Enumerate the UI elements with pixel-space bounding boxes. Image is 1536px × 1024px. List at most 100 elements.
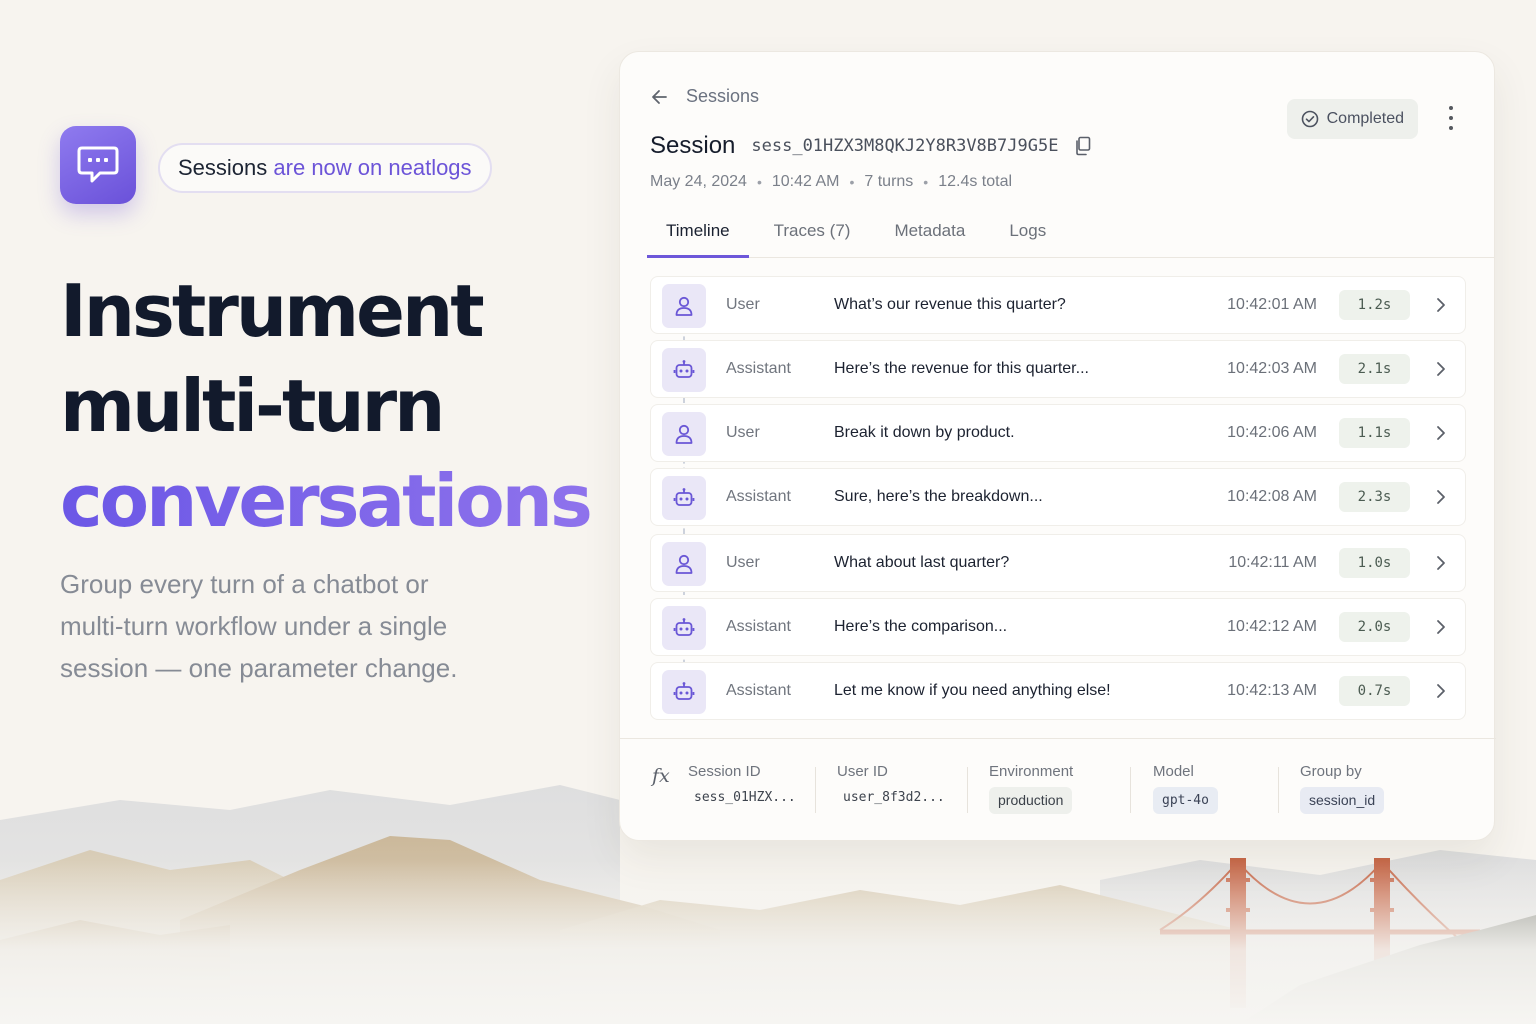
- user-icon: [662, 284, 706, 328]
- function-icon: fx: [652, 765, 670, 787]
- turn-message: Break it down by product.: [834, 424, 1015, 441]
- turn-role: User: [726, 554, 760, 571]
- divider: [967, 767, 968, 813]
- attr-group-by: Group by session_id: [1300, 763, 1385, 814]
- session-date: May 24, 2024: [650, 173, 747, 190]
- separator-dot: •: [849, 174, 855, 190]
- bot-icon: [662, 476, 706, 520]
- timeline-turn-row[interactable]: Assistant Sure, here’s the breakdown... 10…: [650, 468, 1466, 526]
- timeline-turn-row[interactable]: Assistant Here’s the revenue for this qua…: [650, 340, 1466, 398]
- chevron-right-icon[interactable]: [1435, 618, 1447, 641]
- pill-prefix: Sessions: [178, 155, 268, 180]
- turn-timestamp: 10:42:03 AM: [1227, 360, 1317, 377]
- model-chip[interactable]: gpt-4o: [1153, 787, 1218, 814]
- session-title-row: Session sess_01HZX3M8QKJ2Y8R3V8B7J9G5E: [650, 132, 1092, 160]
- chevron-right-icon[interactable]: [1435, 296, 1447, 319]
- turn-message: What about last quarter?: [834, 554, 1010, 571]
- bot-icon: [662, 606, 706, 650]
- turn-timestamp: 10:42:06 AM: [1227, 424, 1317, 441]
- chat-bubble-icon: [77, 146, 119, 183]
- pill-suffix: are now on neatlogs: [273, 155, 472, 180]
- attr-label: Environment: [989, 763, 1074, 780]
- attr-label: Model: [1153, 763, 1194, 780]
- bot-icon: [662, 348, 706, 392]
- environment-chip[interactable]: production: [989, 787, 1073, 814]
- attr-session-id: Session ID sess_01HZX...: [688, 763, 796, 805]
- check-circle-icon: [1301, 110, 1318, 128]
- bot-icon: [662, 670, 706, 714]
- divider: [1130, 767, 1131, 813]
- turn-duration-badge: 1.2s: [1339, 290, 1410, 320]
- session-card: Sessions Completed Session sess_01HZX3M8…: [619, 51, 1496, 841]
- status-label: Completed: [1326, 110, 1404, 127]
- turn-duration-badge: 2.0s: [1339, 612, 1410, 642]
- turn-duration-badge: 2.1s: [1339, 354, 1410, 384]
- attr-model: Model gpt-4o: [1153, 763, 1218, 814]
- hero-headline: Instrument multi-turn conversations: [60, 264, 600, 549]
- chevron-right-icon[interactable]: [1435, 488, 1447, 511]
- user-icon: [662, 542, 706, 586]
- session-attributes: fx Session ID sess_01HZX... User ID user…: [620, 738, 1496, 841]
- turn-message: Here’s the comparison...: [834, 618, 1008, 635]
- chevron-right-icon[interactable]: [1435, 424, 1447, 447]
- turn-role: Assistant: [726, 682, 791, 699]
- status-badge: Completed: [1286, 99, 1418, 139]
- app-logo-icon: [60, 126, 136, 204]
- session-meta: May 24, 2024 • 10:42 AM • 7 turns • 12.4…: [650, 173, 1012, 191]
- turn-message: Sure, here’s the breakdown...: [834, 488, 1043, 505]
- turn-timestamp: 10:42:12 AM: [1227, 618, 1317, 635]
- session-turn-count: 7 turns: [864, 173, 914, 190]
- session-tabs: Timeline Traces (7) Metadata Logs: [647, 212, 1494, 258]
- session-total-duration: 12.4s total: [938, 173, 1013, 190]
- turn-role: Assistant: [726, 618, 791, 635]
- page-title: Session: [650, 132, 736, 159]
- breadcrumb-sessions-link[interactable]: Sessions: [686, 86, 759, 107]
- announcement-pill[interactable]: Sessions are now on neatlogs: [158, 143, 492, 193]
- turn-role: User: [726, 424, 760, 441]
- timeline-turn-row[interactable]: User Break it down by product. 10:42:06 AM…: [650, 404, 1466, 462]
- attr-label: Session ID: [688, 763, 761, 780]
- more-options-icon[interactable]: [1444, 106, 1458, 130]
- attr-label: User ID: [837, 763, 888, 780]
- turn-timestamp: 10:42:08 AM: [1227, 488, 1317, 505]
- attr-label: Group by: [1300, 763, 1362, 780]
- timeline-turn-row[interactable]: Assistant Here’s the comparison... 10:42:1…: [650, 598, 1466, 656]
- turn-duration-badge: 0.7s: [1339, 676, 1410, 706]
- headline-line-3: conversations: [60, 454, 600, 549]
- turn-message: Here’s the revenue for this quarter...: [834, 360, 1089, 377]
- timeline-turn-row[interactable]: User What’s our revenue this quarter? 10:4…: [650, 276, 1466, 334]
- timeline-turn-row[interactable]: User What about last quarter? 10:42:11 AM 1…: [650, 534, 1466, 592]
- chevron-right-icon[interactable]: [1435, 554, 1447, 577]
- turn-duration-badge: 1.0s: [1339, 548, 1410, 578]
- chevron-right-icon[interactable]: [1435, 682, 1447, 705]
- headline-line-1: Instrument: [60, 269, 485, 353]
- turn-message: Let me know if you need anything else!: [834, 682, 1111, 699]
- turn-duration-badge: 1.1s: [1339, 418, 1410, 448]
- headline-line-2: multi-turn: [60, 364, 445, 448]
- attr-value[interactable]: sess_01HZX...: [688, 790, 796, 805]
- turn-timestamp: 10:42:11 AM: [1228, 554, 1317, 571]
- turn-role: User: [726, 296, 760, 313]
- group-by-chip[interactable]: session_id: [1300, 787, 1385, 814]
- separator-dot: •: [756, 174, 762, 190]
- separator-dot: •: [923, 174, 929, 190]
- turn-timestamp: 10:42:13 AM: [1227, 682, 1317, 699]
- copy-icon[interactable]: [1074, 136, 1092, 156]
- attr-value[interactable]: user_8f3d2...: [837, 790, 945, 805]
- divider: [1278, 767, 1279, 813]
- back-arrow-icon[interactable]: [650, 87, 670, 107]
- tab-timeline[interactable]: Timeline: [647, 212, 749, 258]
- turn-role: Assistant: [726, 488, 791, 505]
- session-time: 10:42 AM: [771, 173, 840, 190]
- hero-subcopy: Group every turn of a chatbot or multi-t…: [60, 569, 458, 683]
- session-id: sess_01HZX3M8QKJ2Y8R3V8B7J9G5E: [751, 136, 1059, 156]
- turn-duration-badge: 2.3s: [1339, 482, 1410, 512]
- turn-message: What’s our revenue this quarter?: [834, 296, 1066, 313]
- tab-logs[interactable]: Logs: [990, 212, 1065, 258]
- timeline-turn-row[interactable]: Assistant Let me know if you need anythin…: [650, 662, 1466, 720]
- divider: [815, 767, 816, 813]
- tab-traces[interactable]: Traces (7): [755, 212, 870, 258]
- tab-metadata[interactable]: Metadata: [875, 212, 984, 258]
- timeline-list: User What’s our revenue this quarter? 10:4…: [650, 276, 1466, 721]
- chevron-right-icon[interactable]: [1435, 360, 1447, 383]
